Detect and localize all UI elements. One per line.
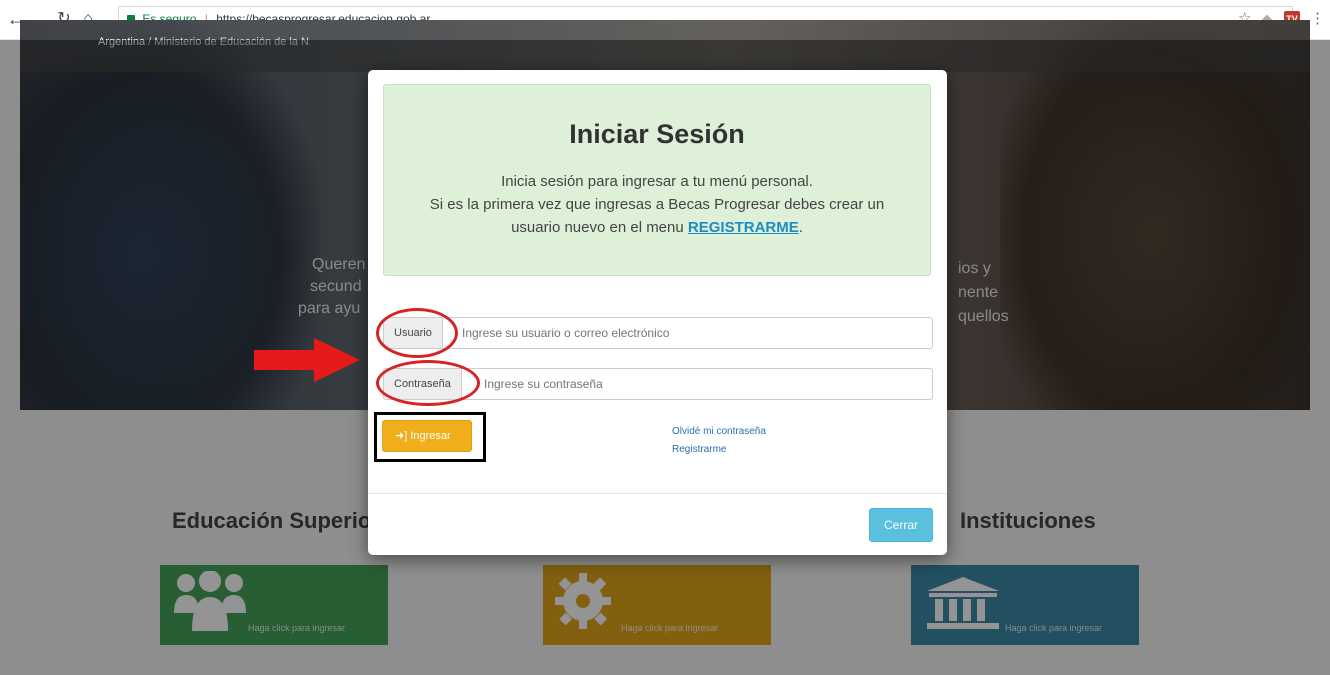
username-group: Usuario [383,317,933,349]
registrarme-link[interactable]: REGISTRARME [688,219,799,236]
close-button[interactable]: Cerrar [869,508,933,542]
login-button-highlight-box [374,412,486,462]
info-line-2: Si es la primera vez que ingresas a Beca… [429,196,885,213]
info-line-3: usuario nuevo en el menu REGISTRARME. [384,219,930,236]
info-line-1: Inicia sesión para ingresar a tu menú pe… [501,173,813,190]
username-highlight-circle [376,308,458,358]
info-alert: Iniciar Sesión Inicia sesión para ingres… [383,84,931,276]
info-line-3-text: usuario nuevo en el menu [511,219,684,236]
password-highlight-circle [376,360,480,406]
password-input[interactable] [484,369,924,399]
register-link[interactable]: Registrarme [672,444,726,455]
forgot-password-link[interactable]: Olvidé mi contraseña [672,426,766,437]
modal-footer-divider [368,493,947,494]
red-arrow-icon [254,338,360,382]
username-input[interactable] [462,318,922,348]
login-modal: Iniciar Sesión Inicia sesión para ingres… [368,70,947,555]
info-line-3-end: . [798,219,803,236]
modal-title: Iniciar Sesión [569,119,745,149]
menu-icon[interactable]: ⋮ [1310,9,1325,29]
